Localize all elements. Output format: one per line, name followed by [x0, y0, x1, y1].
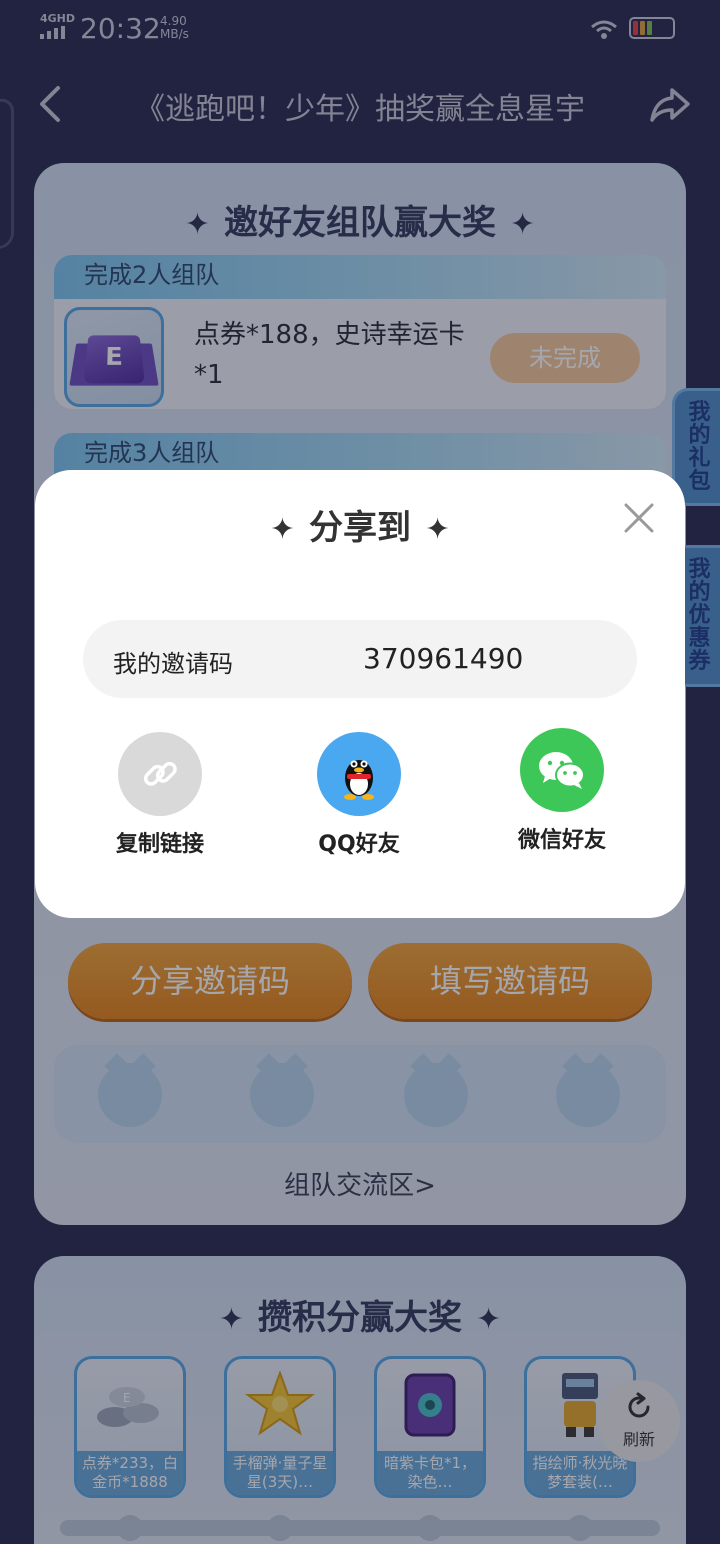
sparkle-icon: ✦: [425, 512, 451, 547]
qq-penguin-icon: [317, 732, 401, 816]
sparkle-icon: ✦: [269, 512, 295, 547]
share-dialog-title: 分享到: [309, 508, 411, 548]
invite-code-value: 370961490: [363, 642, 524, 675]
invite-code-label: 我的邀请码: [113, 650, 233, 678]
copy-link-option[interactable]: 复制链接: [90, 732, 230, 858]
qq-friend-label: QQ好友: [318, 832, 400, 857]
wechat-friend-label: 微信好友: [517, 828, 606, 853]
qq-friend-option[interactable]: QQ好友: [289, 732, 429, 858]
close-icon[interactable]: [621, 500, 657, 536]
invite-code-box: 我的邀请码 370961490: [83, 620, 637, 698]
share-dialog-header: ✦ 分享到 ✦: [35, 500, 685, 549]
link-icon: [118, 732, 202, 816]
share-dialog: ✦ 分享到 ✦ 我的邀请码 370961490 复制链接 QQ好友 微信好友: [35, 470, 685, 918]
wechat-icon: [520, 728, 604, 812]
wechat-friend-option[interactable]: 微信好友: [492, 728, 632, 854]
copy-link-label: 复制链接: [115, 832, 204, 857]
